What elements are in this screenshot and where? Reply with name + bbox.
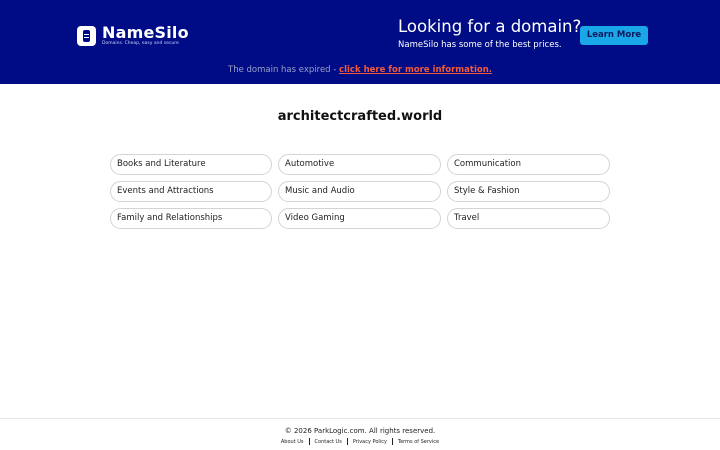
promo-title: Looking for a domain?	[398, 17, 582, 36]
category-communication[interactable]: Communication	[447, 154, 610, 175]
footer-separator	[391, 438, 393, 445]
namesilo-logo[interactable]: NameSilo Domains. Cheap, easy and secure	[77, 24, 189, 47]
domain-title: architectcrafted.world	[277, 109, 443, 124]
category-family-and-relationships[interactable]: Family and Relationships	[110, 208, 272, 229]
learn-more-button[interactable]: Learn More	[580, 26, 648, 45]
footer-link-about-us[interactable]: About Us	[281, 439, 304, 445]
category-music-and-audio[interactable]: Music and Audio	[278, 181, 441, 202]
promo-block: Looking for a domain? NameSilo has some …	[398, 17, 581, 51]
namesilo-logo-icon	[77, 25, 96, 46]
logo-name: NameSilo	[102, 23, 189, 42]
category-automotive[interactable]: Automotive	[278, 154, 441, 175]
more-information-link[interactable]: click here for more information.	[339, 65, 492, 75]
header-bar: NameSilo Domains. Cheap, easy and secure…	[0, 0, 720, 84]
footer-link-privacy-policy[interactable]: Privacy Policy	[353, 439, 387, 445]
copyright-text: © 2026 ParkLogic.com. All rights reserve…	[284, 427, 436, 435]
category-grid: Books and Literature Automotive Communic…	[110, 154, 610, 229]
footer: © 2026 ParkLogic.com. All rights reserve…	[0, 418, 720, 450]
footer-separator	[346, 438, 348, 445]
expired-notice: The domain has expired - click here for …	[0, 64, 720, 76]
footer-links: About Us Contact Us Privacy Policy Terms of…	[0, 438, 720, 446]
promo-subtitle: NameSilo has some of the best prices.	[398, 40, 562, 50]
category-style-and-fashion[interactable]: Style & Fashion	[447, 181, 610, 202]
footer-link-contact-us[interactable]: Contact Us	[315, 439, 342, 445]
category-travel[interactable]: Travel	[447, 208, 610, 229]
footer-separator	[308, 438, 310, 445]
category-events-and-attractions[interactable]: Events and Attractions	[110, 181, 272, 202]
footer-link-terms-of-service[interactable]: Terms of Service	[398, 439, 439, 445]
category-books-and-literature[interactable]: Books and Literature	[110, 154, 272, 175]
logo-tagline: Domains. Cheap, easy and secure	[102, 41, 179, 46]
category-video-gaming[interactable]: Video Gaming	[278, 208, 441, 229]
expired-notice-text: The domain has expired -	[228, 65, 340, 75]
